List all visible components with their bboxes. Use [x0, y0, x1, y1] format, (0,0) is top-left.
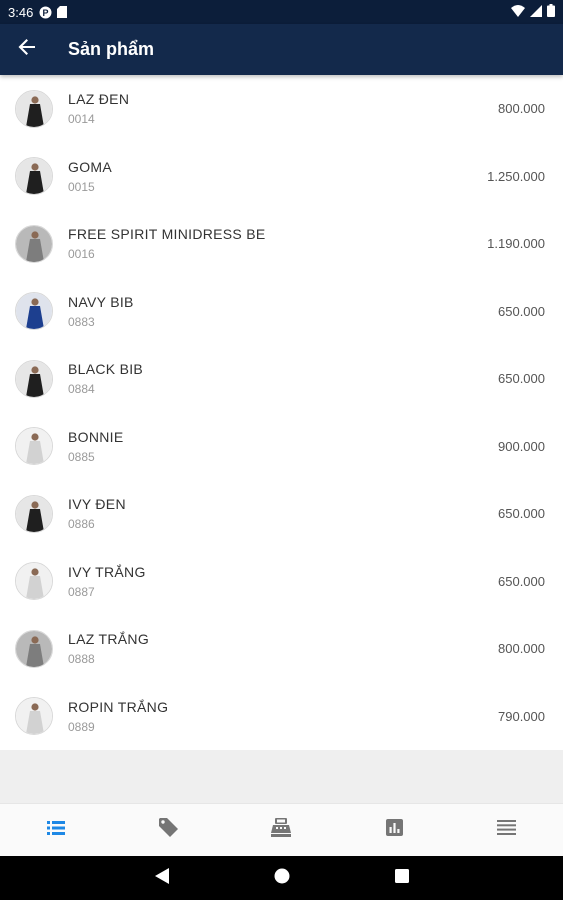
product-code: 0014 [68, 112, 95, 127]
product-code: 0015 [68, 179, 95, 194]
product-item[interactable]: NAVY BIB 0883 650.000 [0, 278, 563, 346]
product-item[interactable]: GOMA 0015 1.250.000 [0, 143, 563, 211]
p-badge-icon: P [39, 6, 52, 19]
product-code: 0889 [68, 719, 95, 734]
product-item[interactable]: LAZ TRẮNG 0888 800.000 [0, 615, 563, 683]
product-thumbnail [15, 494, 53, 533]
status-bar: 3:46 P [0, 0, 563, 24]
product-thumbnail [15, 89, 53, 128]
product-name: BLACK BIB [68, 361, 144, 378]
system-home-button[interactable] [222, 856, 342, 900]
product-price: 650.000 [498, 303, 545, 319]
product-name: LAZ ĐEN [68, 91, 130, 108]
arrow-back-icon [18, 38, 36, 61]
tab-pos[interactable] [225, 804, 338, 856]
tab-menu[interactable] [450, 804, 563, 856]
product-price: 800.000 [498, 641, 545, 657]
home-circle-icon [274, 868, 290, 889]
product-item[interactable]: LAZ ĐEN 0014 800.000 [0, 75, 563, 143]
product-thumbnail [15, 697, 53, 736]
product-price: 1.250.000 [487, 168, 545, 184]
tab-products[interactable] [0, 804, 113, 856]
product-thumbnail [15, 292, 53, 331]
system-recents-button[interactable] [342, 856, 462, 900]
product-item[interactable]: FREE SPIRIT MINIDRESS BE 0016 1.190.000 [0, 210, 563, 278]
product-name: NAVY BIB [68, 293, 134, 310]
product-name: LAZ TRẮNG [68, 631, 150, 648]
bottom-nav [0, 803, 563, 856]
product-item[interactable]: BONNIE 0885 900.000 [0, 413, 563, 481]
product-thumbnail [15, 562, 53, 601]
back-button[interactable] [0, 24, 54, 75]
wifi-icon [511, 4, 525, 20]
product-list: LAZ ĐEN 0014 800.000 GOMA 0015 1.250.000 F… [0, 75, 563, 750]
product-item[interactable]: ROPIN TRẮNG 0889 790.000 [0, 683, 563, 751]
menu-lines-icon [497, 820, 517, 840]
product-price: 650.000 [498, 573, 545, 589]
battery-icon [547, 4, 555, 20]
system-nav-bar [0, 856, 563, 900]
product-price: 650.000 [498, 371, 545, 387]
tag-icon [159, 818, 179, 842]
product-code: 0883 [68, 314, 95, 329]
svg-text:P: P [43, 8, 49, 18]
product-thumbnail [15, 629, 53, 668]
product-code: 0886 [68, 517, 95, 532]
recents-square-icon [394, 868, 409, 888]
product-code: 0016 [68, 247, 95, 262]
product-name: BONNIE [68, 428, 124, 445]
product-item[interactable]: IVY TRẮNG 0887 650.000 [0, 548, 563, 616]
product-price: 800.000 [498, 101, 545, 117]
status-icons [511, 4, 555, 20]
product-thumbnail [15, 157, 53, 196]
product-price: 790.000 [498, 708, 545, 724]
product-name: FREE SPIRIT MINIDRESS BE [68, 226, 266, 243]
page-title: Sản phẩm [68, 39, 155, 59]
product-name: ROPIN TRẮNG [68, 698, 169, 715]
app-bar: Sản phẩm [0, 24, 563, 75]
tab-tags[interactable] [113, 804, 226, 856]
product-thumbnail [15, 427, 53, 466]
product-code: 0888 [68, 652, 95, 667]
product-name: IVY ĐEN [68, 496, 126, 513]
product-price: 1.190.000 [487, 236, 545, 252]
product-code: 0885 [68, 449, 95, 464]
product-price: 650.000 [498, 506, 545, 522]
list-icon [47, 820, 66, 840]
status-time: 3:46 [8, 4, 34, 20]
signal-icon [530, 4, 542, 20]
product-item[interactable]: IVY ĐEN 0886 650.000 [0, 480, 563, 548]
product-price: 900.000 [498, 438, 545, 454]
system-back-button[interactable] [102, 856, 222, 900]
bar-chart-icon [385, 819, 403, 841]
product-name: GOMA [68, 158, 112, 175]
tab-reports[interactable] [338, 804, 451, 856]
product-code: 0884 [68, 382, 95, 397]
product-thumbnail [15, 224, 53, 263]
back-triangle-icon [154, 867, 169, 889]
product-code: 0887 [68, 584, 95, 599]
product-thumbnail [15, 359, 53, 398]
product-item[interactable]: BLACK BIB 0884 650.000 [0, 345, 563, 413]
sd-card-icon [57, 6, 68, 18]
product-name: IVY TRẮNG [68, 563, 146, 580]
cash-register-icon [271, 818, 292, 842]
